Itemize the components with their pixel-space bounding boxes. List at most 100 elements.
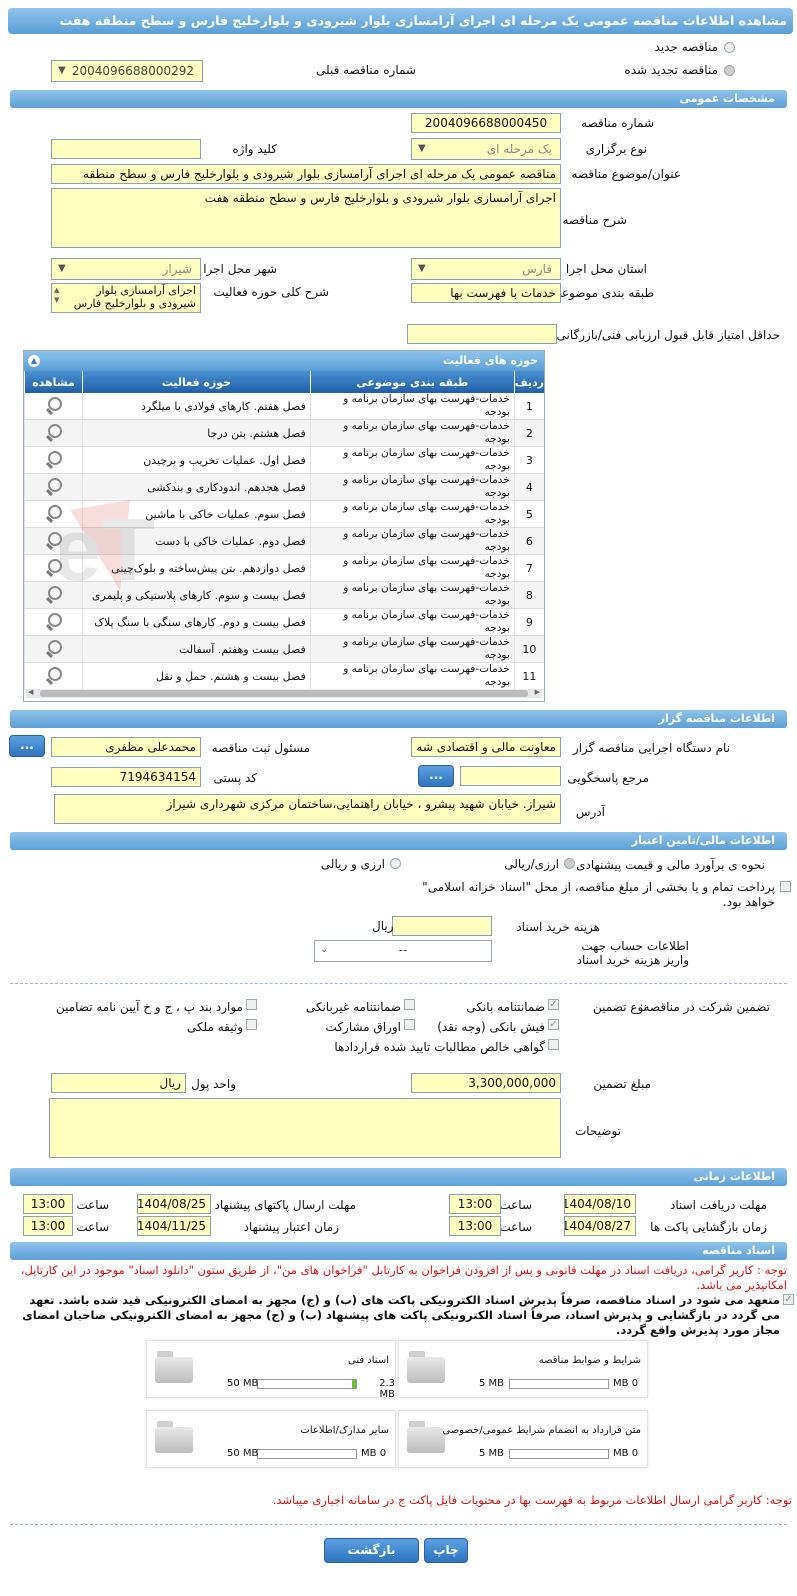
cash-checkbox[interactable]: ✓ (548, 1019, 559, 1030)
nonbank-guarantee-checkbox[interactable] (404, 999, 415, 1010)
valid-field[interactable]: 1404/11/25 (137, 1216, 211, 1236)
table-row: 10 خدمات-فهرست بهای سازمان برنامه و بودجه… (24, 635, 544, 663)
time-field-4[interactable]: 13:00 (23, 1216, 73, 1236)
reference-label: مرجع پاسخگویی (567, 771, 649, 785)
subject-field[interactable]: مناقصه عمومی یک مرحله ای اجرای آرامسازی … (51, 164, 561, 184)
print-button[interactable]: چاپ (424, 1538, 468, 1563)
postal-label: کد پستی (213, 771, 258, 785)
account-select[interactable]: -- ⌄ (314, 940, 492, 962)
min-score-field[interactable] (407, 324, 557, 344)
treasury-checkbox[interactable] (780, 881, 791, 892)
clause-checkbox[interactable] (246, 999, 257, 1010)
registrar-field[interactable]: محمدعلی مظفری (51, 737, 201, 757)
address-field[interactable]: شیراز. خیابان شهید پیشرو ، خیابان راهنما… (54, 794, 561, 824)
notes-field[interactable] (49, 1098, 561, 1158)
city-select[interactable]: شیراز ▼ (51, 258, 201, 280)
page-title: مشاهده اطلاعات مناقصه عمومی یک مرحله ای … (8, 8, 793, 34)
chevron-down-icon: ▼ (418, 263, 426, 274)
renewed-tender-radio[interactable] (724, 65, 735, 76)
col-row: ردیف (513, 371, 544, 393)
file-size: 0 MB (613, 1378, 639, 1389)
folder-icon (407, 1421, 445, 1453)
magnifier-icon[interactable] (45, 450, 63, 468)
org-field[interactable]: معاونت مالی و اقتصادی شه (411, 737, 561, 757)
rial-radio[interactable] (564, 858, 575, 869)
prev-tender-label: شماره مناقصه قبلی (316, 63, 416, 77)
file-other[interactable]: سایر مدارک/اطلاعات 0 MB 50 MB (146, 1410, 396, 1468)
horizontal-scrollbar[interactable]: ◀ ▶ (26, 688, 542, 698)
view-cell (24, 635, 83, 663)
file-conditions[interactable]: شرایط و ضوابط مناقصه 0 MB 5 MB (398, 1340, 648, 1398)
magnifier-icon[interactable] (45, 612, 63, 630)
file-contract[interactable]: متن قرارداد به انضمام شرایط عمومی/خصوصی … (398, 1410, 648, 1468)
row-number: 11 (513, 662, 544, 690)
back-button[interactable]: بازگشت (324, 1538, 419, 1563)
tender-number-label: شماره مناقصه (581, 116, 654, 130)
activity-desc-field[interactable]: اجرای آرامسازی بلوار شیرودی و بلوارخلیج … (51, 283, 201, 313)
file-max: 50 MB (227, 1378, 259, 1389)
chevron-down-icon: ▼ (418, 143, 426, 154)
currency-field[interactable]: ریال (51, 1073, 186, 1093)
province-select[interactable]: فارس ▼ (411, 258, 561, 280)
scroll-arrows-icon[interactable]: ▲ ▼ (54, 285, 59, 305)
collapse-icon[interactable]: ▲ (28, 355, 40, 367)
scroll-right-icon[interactable]: ▶ (535, 688, 540, 696)
docs-note: توجه : کاربر گرامی، دریافت اسناد در مهلت… (20, 1263, 787, 1292)
city-value: شیراز (162, 262, 192, 276)
registrar-lookup-button[interactable]: ... (9, 735, 45, 757)
view-cell (24, 419, 83, 447)
send-deadline-field[interactable]: 1404/08/25 (137, 1194, 211, 1214)
magnifier-icon[interactable] (45, 666, 63, 684)
tender-type-value: یک مرحله ای (486, 142, 552, 156)
bonds-checkbox[interactable] (404, 1019, 415, 1030)
doc-deadline-field[interactable]: 1404/08/10 (564, 1194, 636, 1214)
description-field[interactable]: اجرای آرامسازی بلوار شیرودی و بلوارخلیج … (51, 188, 561, 248)
organizer-header: اطلاعات مناقصه گزار (10, 710, 787, 728)
reference-field[interactable] (460, 766, 561, 786)
row-number: 3 (513, 446, 544, 474)
tender-number-field[interactable]: 2004096688000450 (411, 113, 561, 133)
divider (10, 1524, 787, 1525)
prev-tender-value: 2004096688000292 (71, 64, 194, 78)
postal-field[interactable]: 7194634154 (51, 767, 201, 787)
scrollbar-thumb[interactable] (40, 690, 528, 697)
file-max: 5 MB (479, 1378, 505, 1389)
bank-guarantee-checkbox[interactable]: ✓ (548, 999, 559, 1010)
keyword-field[interactable] (51, 139, 201, 159)
province-value: فارس (522, 262, 552, 276)
new-tender-radio[interactable] (724, 42, 735, 53)
doc-cost-label: هزینه خرید اسناد (516, 920, 600, 934)
time-field-2[interactable]: 13:00 (23, 1194, 73, 1214)
account-label: اطلاعات حساب جهت واریز هزینه خرید اسناد (576, 939, 689, 967)
view-cell (24, 608, 83, 636)
magnifier-icon[interactable] (45, 423, 63, 441)
claims-checkbox[interactable] (548, 1039, 559, 1050)
file-technical[interactable]: اسناد فنی 2.3 MB 50 MB (146, 1340, 396, 1400)
prev-tender-select[interactable]: 2004096688000292 ▼ (51, 60, 203, 82)
doc-cost-unit: ریال (372, 919, 394, 933)
tender-type-select[interactable]: یک مرحله ای ▼ (411, 138, 561, 160)
row-number: 2 (513, 419, 544, 447)
row-area: فصل بیست و دوم. کارهای سنگی با سنگ پلاک (82, 608, 311, 636)
doc-cost-field[interactable] (392, 916, 492, 936)
time-field-3[interactable]: 13:00 (449, 1216, 501, 1236)
price-list-note: توجه: کاربر گرامی ارسال اطلاعات مربوط به… (272, 1493, 792, 1507)
reference-lookup-button[interactable]: ... (418, 765, 454, 787)
class-field[interactable]: خدمات با فهرست بها (411, 283, 561, 303)
rial-label: ارزی/ریالی (504, 857, 559, 871)
claims-label: گواهی خالص مطالبات تایید شده قراردادها (334, 1040, 545, 1054)
commit-checkbox[interactable]: ✓ (783, 1294, 794, 1305)
scroll-left-icon[interactable]: ◀ (28, 688, 33, 696)
amount-label: مبلغ تضمین (593, 1077, 651, 1091)
open-field[interactable]: 1404/08/27 (564, 1216, 636, 1236)
file-size: 0 MB (613, 1448, 639, 1459)
property-checkbox[interactable] (246, 1019, 257, 1030)
magnifier-icon[interactable] (45, 396, 63, 414)
fx-radio[interactable] (390, 858, 401, 869)
col-area: حوزه فعالیت (82, 371, 311, 393)
amount-field[interactable]: 3,300,000,000 (411, 1073, 561, 1093)
magnifier-icon[interactable] (45, 639, 63, 657)
new-tender-label: مناقصه جدید (654, 40, 718, 54)
time-field-1[interactable]: 13:00 (449, 1194, 501, 1214)
general-header: مشخصات عمومی (10, 90, 787, 108)
